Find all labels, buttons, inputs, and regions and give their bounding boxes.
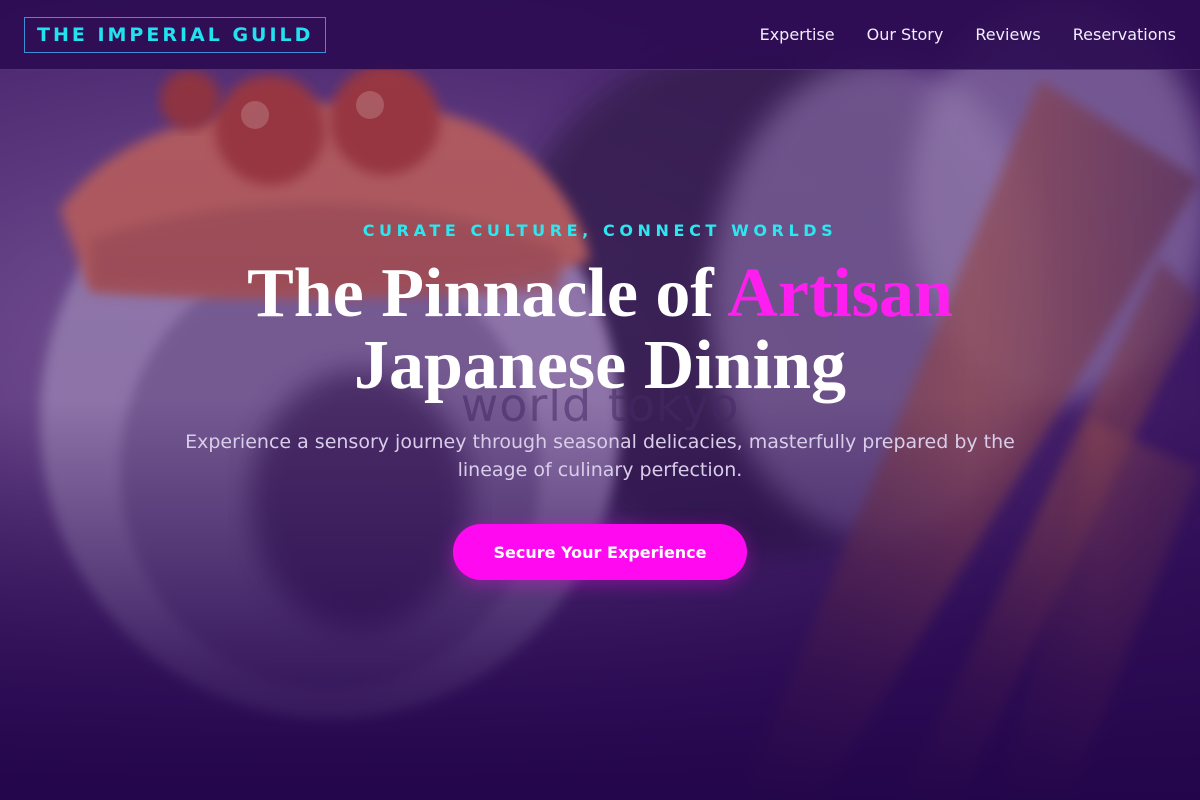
nav-links: Expertise Our Story Reviews Reservations (760, 25, 1176, 44)
headline-part1: The Pinnacle of (247, 255, 728, 332)
nav-link-expertise[interactable]: Expertise (760, 25, 835, 44)
nav-link-reservations[interactable]: Reservations (1073, 25, 1176, 44)
nav-link-reviews[interactable]: Reviews (975, 25, 1040, 44)
headline-accent: Artisan (727, 255, 953, 332)
hero-subtext: Experience a sensory journey through sea… (185, 431, 1015, 481)
headline-line2: Japanese Dining (353, 327, 847, 404)
hero-section: CURATE CULTURE, CONNECT WORLDS The Pinna… (0, 0, 1200, 800)
brand-logo[interactable]: THE IMPERIAL GUILD (24, 16, 327, 53)
hero-eyebrow: CURATE CULTURE, CONNECT WORLDS (362, 221, 838, 240)
secure-experience-button[interactable]: Secure Your Experience (453, 524, 747, 580)
nav-link-our-story[interactable]: Our Story (867, 25, 944, 44)
hero-headline: The Pinnacle of Artisan Japanese Dining (0, 258, 1200, 402)
top-navbar: THE IMPERIAL GUILD Expertise Our Story R… (0, 0, 1200, 70)
